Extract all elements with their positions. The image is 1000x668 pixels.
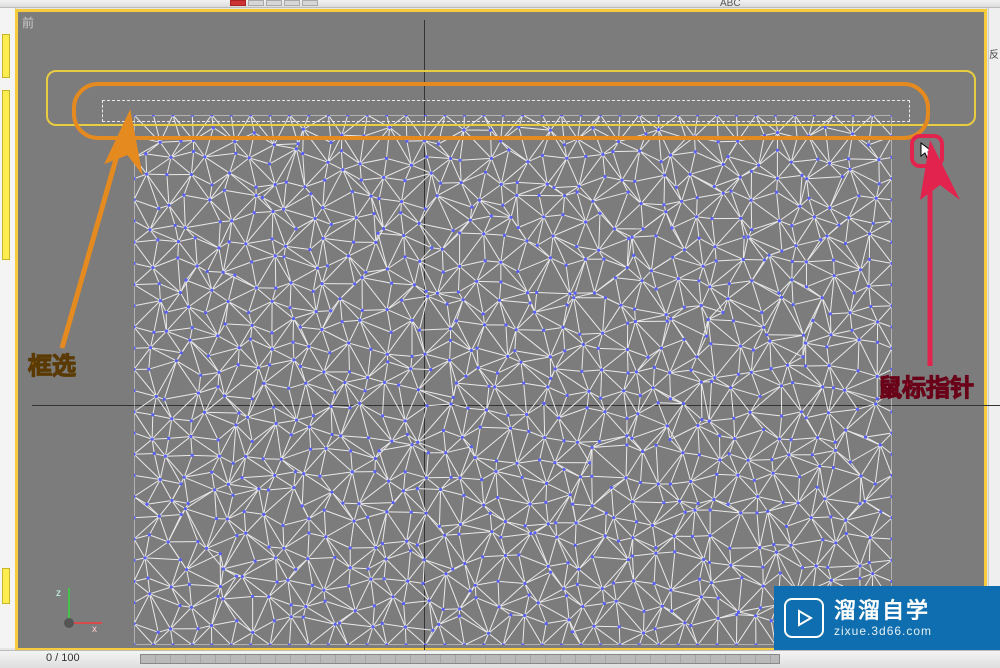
badge-title: 溜溜自学	[834, 598, 932, 624]
mesh-plane[interactable]	[134, 115, 892, 645]
right-panel-hint: 反	[989, 46, 999, 61]
arrow-cursor	[924, 170, 944, 385]
right-panel-tab[interactable]: 反	[988, 44, 1000, 204]
top-toolbar[interactable]: ABC	[0, 0, 1000, 8]
viewport-front[interactable]: 前 框选	[16, 10, 986, 650]
gizmo-label-x: x	[92, 624, 97, 635]
right-panel[interactable]: 反	[988, 8, 1000, 648]
badge-subtitle: zixue.3d66.com	[834, 624, 932, 638]
left-marker	[2, 34, 10, 78]
timeline-bar[interactable]: 0 / 100	[0, 650, 1000, 668]
axis-gizmo: z x	[46, 588, 100, 642]
label-box-select: 框选	[28, 346, 76, 381]
tool-icon[interactable]	[230, 0, 246, 6]
gizmo-label-z: z	[56, 588, 61, 599]
timeline-track[interactable]	[140, 654, 780, 664]
left-marker	[2, 90, 10, 260]
cursor-icon	[920, 142, 936, 162]
annotation-orange-rect	[72, 82, 930, 140]
left-strip	[0, 8, 16, 648]
mesh-svg	[134, 115, 892, 645]
tool-icon[interactable]	[302, 0, 318, 6]
label-cursor: 鼠标指针	[878, 368, 974, 403]
tool-icon[interactable]	[284, 0, 300, 6]
toolbar-icons[interactable]	[230, 0, 318, 6]
tool-icon[interactable]	[248, 0, 264, 6]
tool-icon[interactable]	[266, 0, 282, 6]
app-root: ABC 反 前	[0, 0, 1000, 668]
viewport-label: 前	[22, 14, 34, 31]
toolbar-text-hint: ABC	[720, 0, 741, 9]
frame-display: 0 / 100	[46, 652, 80, 664]
watermark-badge: 溜溜自学 zixue.3d66.com	[774, 586, 1000, 650]
left-marker	[2, 568, 10, 604]
play-icon	[784, 598, 824, 638]
gizmo-origin	[64, 618, 74, 628]
